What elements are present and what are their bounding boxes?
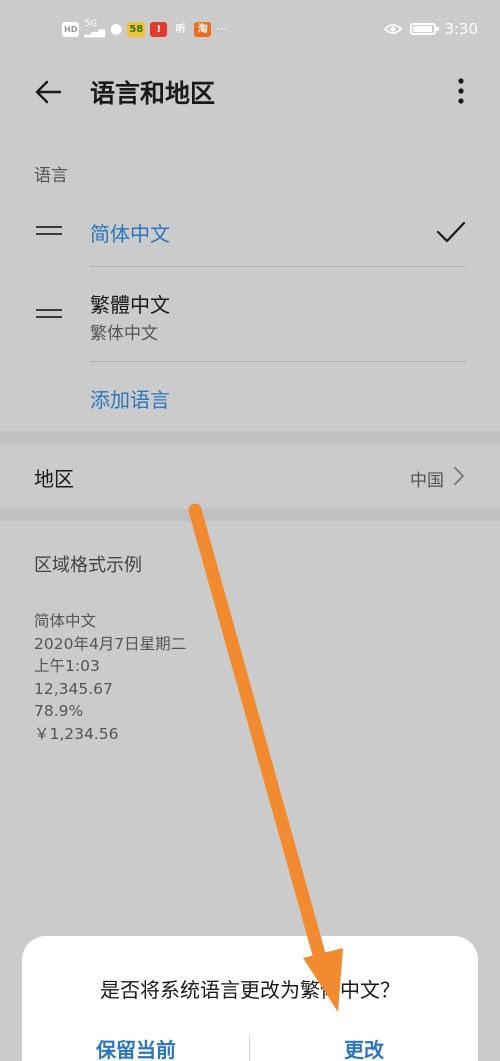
language-item-simplified-chinese[interactable]: 简体中文 bbox=[0, 200, 500, 266]
dialog-message: 是否将系统语言更改为繁体中文？ bbox=[100, 978, 400, 1002]
region-row[interactable]: 地区 中国 bbox=[0, 443, 500, 509]
region-value: 中国 bbox=[410, 471, 444, 491]
confirm-dialog: 是否将系统语言更改为繁体中文？ 保留当前 更改 bbox=[22, 936, 478, 1061]
back-arrow-icon bbox=[35, 80, 62, 104]
language-item-traditional-chinese[interactable]: 繁體中文 繁体中文 bbox=[0, 267, 500, 361]
taobao-app-icon: 淘 bbox=[194, 21, 212, 37]
eye-comfort-icon bbox=[384, 24, 403, 34]
58-app-icon: 58 bbox=[127, 21, 146, 37]
toolbar: 语言和地区 bbox=[0, 62, 500, 120]
format-example-line: 2020年4月7日星期二 bbox=[34, 634, 187, 653]
add-language-button[interactable]: 添加语言 bbox=[0, 372, 500, 424]
language-section-label: 语言 bbox=[34, 166, 68, 186]
add-language-label: 添加语言 bbox=[90, 388, 170, 412]
clock: 3:30 bbox=[444, 20, 478, 38]
change-button[interactable]: 更改 bbox=[250, 1034, 478, 1061]
ting-app-icon: 听 bbox=[175, 23, 186, 35]
wechat-icon: ● bbox=[110, 21, 123, 37]
annotation-arrow-icon bbox=[188, 503, 343, 1012]
drag-handle-icon[interactable] bbox=[36, 308, 64, 320]
keep-current-button[interactable]: 保留当前 bbox=[22, 1034, 250, 1061]
format-example-line: ￥1,234.56 bbox=[34, 724, 119, 743]
hd-icon: HD bbox=[62, 21, 80, 37]
more-vertical-icon bbox=[458, 78, 464, 104]
language-name: 简体中文 bbox=[90, 222, 170, 246]
region-label: 地区 bbox=[34, 467, 74, 491]
format-example-line: 12,345.67 bbox=[34, 679, 113, 698]
battery-icon bbox=[410, 23, 440, 35]
status-bar-right: 3:30 bbox=[384, 20, 478, 38]
section-gap bbox=[0, 431, 500, 443]
language-name: 繁體中文 bbox=[90, 293, 170, 317]
page-title: 语言和地区 bbox=[90, 79, 216, 108]
section-gap bbox=[0, 509, 500, 521]
format-example-line: 简体中文 bbox=[34, 612, 97, 630]
format-example-title: 区域格式示例 bbox=[34, 555, 142, 576]
format-example-line: 上午1:03 bbox=[34, 657, 100, 675]
status-bar-left: HD 5G ▂▄▆ ● 58 ! 听 淘 ··· bbox=[62, 20, 228, 38]
more-options-button[interactable] bbox=[448, 72, 474, 112]
more-dots-icon: ··· bbox=[216, 22, 228, 36]
drag-handle-icon[interactable] bbox=[36, 225, 64, 237]
format-example-line: 78.9% bbox=[34, 702, 84, 720]
check-icon bbox=[436, 221, 466, 243]
language-subtitle: 繁体中文 bbox=[90, 324, 158, 344]
format-example-list: 简体中文 2020年4月7日星期二 上午1:03 12,345.67 78.9%… bbox=[34, 610, 186, 745]
back-button[interactable] bbox=[26, 72, 70, 112]
divider bbox=[90, 361, 466, 362]
chevron-right-icon bbox=[454, 467, 464, 485]
status-bar: HD 5G ▂▄▆ ● 58 ! 听 淘 ··· 3:30 bbox=[0, 0, 500, 62]
notification-app-icon: ! bbox=[150, 21, 168, 37]
5g-signal-icon: 5G ▂▄▆ bbox=[84, 19, 106, 38]
